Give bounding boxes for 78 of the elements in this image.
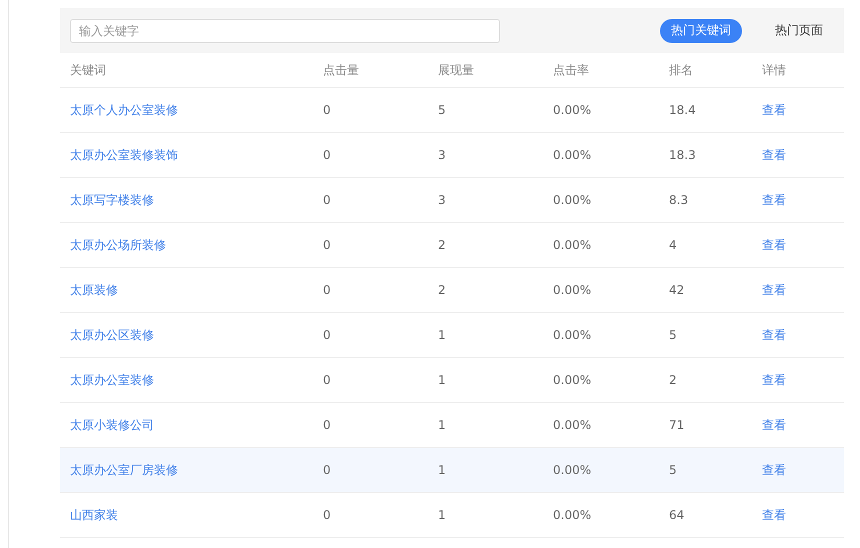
table-cell: 8.3 xyxy=(669,193,688,207)
table-cell: 0.00% xyxy=(553,328,592,342)
column-header: 排名 xyxy=(669,62,693,78)
table-cell: 0 xyxy=(323,373,331,387)
table-cell: 1 xyxy=(438,463,446,477)
keyword-link[interactable]: 太原办公场所装修 xyxy=(70,236,166,254)
column-header: 详情 xyxy=(762,62,786,78)
view-link[interactable]: 查看 xyxy=(762,506,786,524)
tab[interactable]: 热门关键词 xyxy=(660,18,742,42)
table-cell: 0 xyxy=(323,508,331,522)
table-cell: 1 xyxy=(438,418,446,432)
search-field[interactable]: 输入关键字 xyxy=(70,18,500,42)
table-cell: 0.00% xyxy=(553,103,592,117)
table-row[interactable]: 山西家装 0 1 0.00% 64 查看 xyxy=(60,493,844,538)
table-cell: 71 xyxy=(669,418,684,432)
keyword-link[interactable]: 太原办公室装修装饰 xyxy=(70,146,178,164)
keyword-link[interactable]: 太原办公室装修 xyxy=(70,372,154,388)
table-cell: 0 xyxy=(323,103,331,117)
table-row[interactable]: 太原办公室厂房装修 0 1 0.00% 5 查看 xyxy=(60,448,844,493)
table-cell: 0 xyxy=(323,238,331,252)
keyword-link[interactable]: 太原装修 xyxy=(70,282,118,298)
keyword-link[interactable]: 太原小装修公司 xyxy=(70,416,154,434)
column-header: 点击率 xyxy=(553,62,589,78)
table-row[interactable]: 太原办公室装修 0 1 0.00% 2 查看 xyxy=(60,358,844,403)
table-row[interactable]: 太原办公室装修装饰 0 3 0.00% 18.3 查看 xyxy=(60,133,844,178)
table-cell: 5 xyxy=(669,463,677,477)
table-cell: 0.00% xyxy=(553,283,592,297)
table-row[interactable]: 太原办公场所装修 0 2 0.00% 4 查看 xyxy=(60,223,844,268)
keyword-link[interactable]: 太原办公区装修 xyxy=(70,326,154,344)
table-cell: 18.4 xyxy=(669,103,696,117)
table-cell: 0 xyxy=(323,148,331,162)
table-cell: 5 xyxy=(438,103,446,117)
table-row[interactable]: 太原写字楼装修 0 3 0.00% 8.3 查看 xyxy=(60,178,844,223)
keyword-link[interactable]: 山西家装 xyxy=(70,506,118,524)
table-cell: 0 xyxy=(323,193,331,207)
table-cell: 0 xyxy=(323,418,331,432)
keyword-link[interactable]: 太原写字楼装修 xyxy=(70,192,154,208)
table-cell: 1 xyxy=(438,508,446,522)
table-row[interactable]: 太原办公区装修 0 1 0.00% 5 查看 xyxy=(60,313,844,358)
table-cell: 5 xyxy=(669,328,677,342)
table-cell: 3 xyxy=(438,193,446,207)
table-cell: 0.00% xyxy=(553,418,592,432)
view-link[interactable]: 查看 xyxy=(762,372,786,388)
table-cell: 0.00% xyxy=(553,148,592,162)
table-cell: 0.00% xyxy=(553,373,592,387)
table-cell: 0.00% xyxy=(553,508,592,522)
column-header: 展现量 xyxy=(438,62,474,78)
table-cell: 3 xyxy=(438,148,446,162)
table-cell: 0.00% xyxy=(553,238,592,252)
tab[interactable]: 热门页面 xyxy=(764,18,834,42)
view-link[interactable]: 查看 xyxy=(762,236,786,254)
table-row[interactable]: 太原装修 0 2 0.00% 42 查看 xyxy=(60,268,844,313)
view-link[interactable]: 查看 xyxy=(762,192,786,208)
table-cell: 1 xyxy=(438,373,446,387)
table-cell: 1 xyxy=(438,328,446,342)
table-cell: 4 xyxy=(669,238,677,252)
table-cell: 0 xyxy=(323,463,331,477)
table-cell: 2 xyxy=(438,238,446,252)
table-cell: 64 xyxy=(669,508,684,522)
table-cell: 0.00% xyxy=(553,193,592,207)
table-cell: 2 xyxy=(438,283,446,297)
table-cell: 18.3 xyxy=(669,148,696,162)
view-link[interactable]: 查看 xyxy=(762,146,786,164)
table-cell: 42 xyxy=(669,283,684,297)
view-link[interactable]: 查看 xyxy=(762,326,786,344)
table-cell: 0.00% xyxy=(553,463,592,477)
keyword-link[interactable]: 太原个人办公室装修 xyxy=(70,102,178,118)
table-row[interactable]: 太原个人办公室装修 0 5 0.00% 18.4 查看 xyxy=(60,88,844,133)
keyword-link[interactable]: 太原办公室厂房装修 xyxy=(70,462,178,478)
table-cell: 0 xyxy=(323,328,331,342)
table-cell: 0 xyxy=(323,283,331,297)
column-header: 关键词 xyxy=(70,62,106,78)
column-header: 点击量 xyxy=(323,62,359,78)
view-link[interactable]: 查看 xyxy=(762,416,786,434)
view-link[interactable]: 查看 xyxy=(762,462,786,478)
table-cell: 2 xyxy=(669,373,677,387)
view-link[interactable]: 查看 xyxy=(762,282,786,298)
view-link[interactable]: 查看 xyxy=(762,102,786,118)
